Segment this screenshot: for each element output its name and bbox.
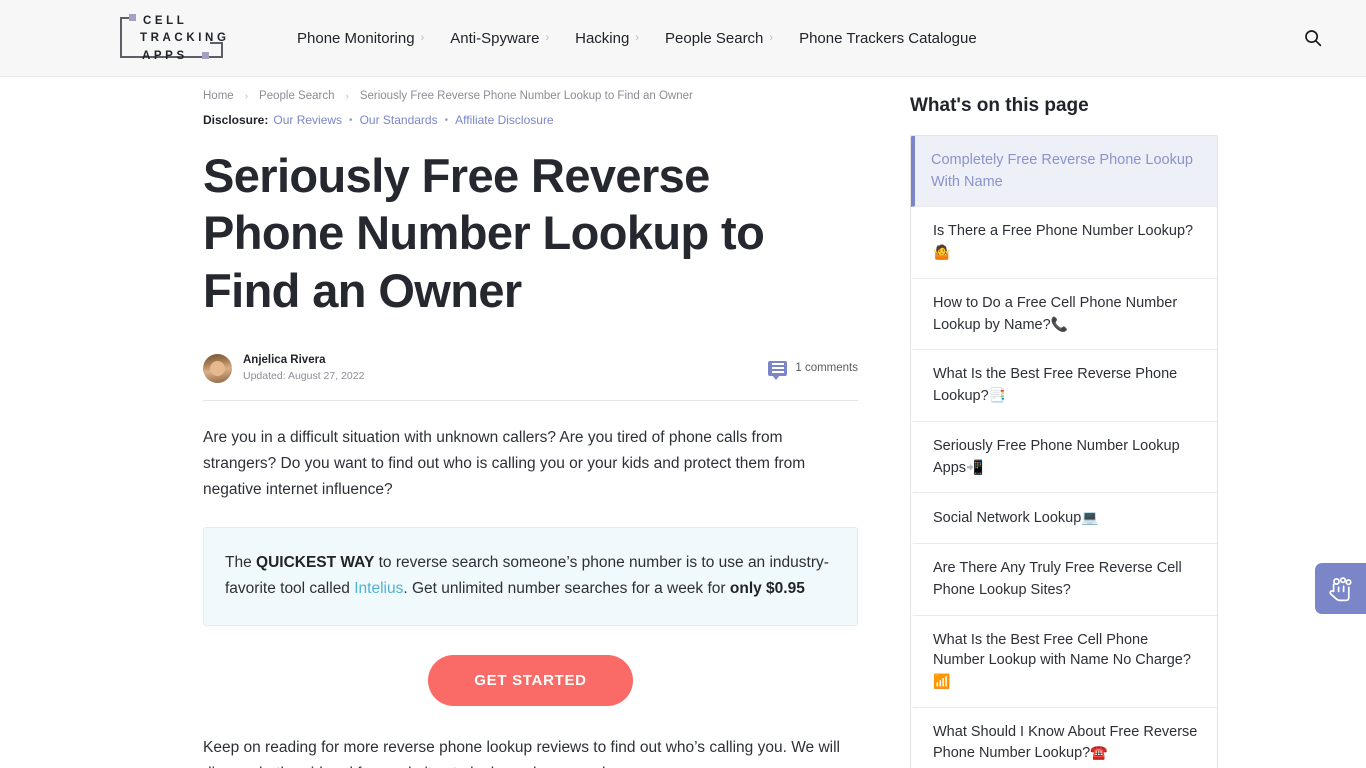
chevron-right-icon: › — [545, 31, 550, 44]
callout-part1: The — [225, 554, 257, 572]
disclosure-link-our-reviews[interactable]: Our Reviews — [273, 113, 342, 127]
nav-label: Phone Trackers Catalogue — [799, 29, 977, 47]
toc-item-1[interactable]: Is There a Free Phone Number Lookup? 🤷 — [911, 207, 1217, 279]
bullet-icon: • — [444, 114, 449, 126]
toc-item-3[interactable]: What Is the Best Free Reverse Phone Look… — [911, 350, 1217, 422]
breadcrumb-home[interactable]: Home — [203, 90, 234, 102]
intro-paragraph: Are you in a difficult situation with un… — [203, 429, 806, 499]
toc-emoji: 💻 — [1081, 509, 1099, 526]
chevron-right-icon: › — [244, 90, 249, 102]
after-cta-paragraph: Keep on reading for more reverse phone l… — [203, 739, 840, 768]
disclosure-bar: Disclosure: Our Reviews • Our Standards … — [203, 113, 858, 127]
toc-emoji: ☎️ — [1090, 744, 1108, 761]
site-header: CELL TRACKING APPS Phone Monitoring › An… — [0, 0, 1366, 77]
toc-emoji: 🤷 — [933, 244, 951, 261]
nav-item-anti-spyware[interactable]: Anti-Spyware › — [437, 30, 562, 47]
quickest-way-callout: The QUICKEST WAY to reverse search someo… — [203, 527, 858, 627]
toc-emoji: 📲 — [966, 458, 984, 475]
main-navigation: Phone Monitoring › Anti-Spyware › Hackin… — [284, 30, 990, 47]
author-name[interactable]: Anjelica Rivera — [243, 353, 364, 369]
nav-item-hacking[interactable]: Hacking › — [562, 30, 652, 47]
disclosure-link-our-standards[interactable]: Our Standards — [360, 113, 438, 127]
author-avatar — [203, 353, 232, 383]
chevron-right-icon: › — [345, 90, 349, 102]
chevron-right-icon: › — [420, 31, 425, 44]
toc-emoji: 📞 — [1050, 315, 1069, 332]
toc-title: What's on this page — [910, 95, 1089, 116]
toc-label: Completely Free Reverse Phone Lookup Wit… — [931, 152, 1193, 190]
toc-item-2[interactable]: How to Do a Free Cell Phone Number Looku… — [911, 279, 1217, 351]
nav-item-phone-trackers-catalogue[interactable]: Phone Trackers Catalogue — [786, 30, 990, 47]
logo-line — [120, 17, 122, 57]
breadcrumb: Home › People Search › Seriously Free Re… — [203, 90, 858, 102]
search-icon[interactable] — [1300, 25, 1326, 51]
disclosure-label: Disclosure: — [203, 113, 269, 127]
disclosure-link-affiliate-disclosure[interactable]: Affiliate Disclosure — [455, 113, 553, 127]
article-byline: Anjelica Rivera Updated: August 27, 2022… — [203, 353, 858, 402]
hand-touch-icon — [1328, 576, 1352, 601]
table-of-contents: Completely Free Reverse Phone Lookup Wit… — [910, 135, 1218, 768]
nav-item-phone-monitoring[interactable]: Phone Monitoring › — [284, 30, 437, 47]
toc-item-8[interactable]: What Should I Know About Free Reverse Ph… — [911, 708, 1217, 768]
comments-count: 1 comments — [795, 362, 858, 375]
toc-item-4[interactable]: Seriously Free Phone Number Lookup Apps📲 — [911, 422, 1217, 494]
chevron-right-icon: › — [769, 31, 774, 44]
article-column: Home › People Search › Seriously Free Re… — [203, 77, 858, 768]
site-logo[interactable]: CELL TRACKING APPS — [118, 12, 254, 64]
logo-dot — [129, 14, 136, 21]
chevron-right-icon: › — [635, 31, 639, 44]
toc-item-7[interactable]: What Is the Best Free Cell Phone Number … — [911, 616, 1217, 708]
toc-item-0[interactable]: Completely Free Reverse Phone Lookup Wit… — [911, 136, 1217, 208]
callout-part3: . Get unlimited number searches for a we… — [403, 579, 730, 597]
callout-bold2: only $0.95 — [729, 579, 805, 597]
page-title: Seriously Free Reverse Phone Number Look… — [203, 149, 765, 317]
get-started-button[interactable]: GET STARTED — [428, 655, 633, 707]
accessibility-widget-button[interactable] — [1315, 563, 1366, 614]
nav-label: People Search — [665, 29, 764, 47]
logo-line — [221, 43, 223, 57]
comments-link[interactable]: 1 comments — [768, 360, 858, 380]
bullet-icon: • — [349, 114, 353, 126]
toc-item-6[interactable]: Are There Any Truly Free Reverse Cell Ph… — [911, 544, 1217, 616]
toc-label: Are There Any Truly Free Reverse Cell Ph… — [933, 560, 1182, 598]
toc-emoji: 📑 — [988, 387, 1007, 404]
table-of-contents-column: What's on this page Completely Free Reve… — [910, 77, 1218, 768]
nav-label: Hacking — [575, 29, 630, 47]
toc-emoji: 📶 — [933, 673, 951, 690]
nav-item-people-search[interactable]: People Search › — [652, 30, 786, 47]
callout-bold1: QUICKEST WAY — [256, 554, 375, 572]
toc-label: What Should I Know About Free Reverse Ph… — [933, 723, 1198, 762]
logo-line2: TRACKING — [140, 32, 230, 44]
breadcrumb-current: Seriously Free Reverse Phone Number Look… — [359, 90, 693, 102]
toc-label: Is There a Free Phone Number Lookup? — [933, 223, 1194, 240]
toc-label: Social Network Lookup — [933, 510, 1082, 527]
toc-label: What Is the Best Free Reverse Phone Look… — [933, 366, 1178, 405]
comment-bubble-icon — [768, 360, 788, 380]
toc-label: What Is the Best Free Cell Phone Number … — [933, 631, 1191, 669]
byline-text: Anjelica Rivera Updated: August 27, 2022 — [243, 353, 364, 383]
logo-dot — [202, 52, 209, 59]
breadcrumb-people-search[interactable]: People Search — [259, 90, 334, 102]
nav-label: Anti-Spyware — [450, 29, 540, 47]
updated-date: Updated: August 27, 2022 — [243, 369, 365, 382]
nav-label: Phone Monitoring — [297, 29, 415, 47]
intelius-link[interactable]: Intelius — [354, 580, 403, 597]
logo-line3: APPS — [142, 50, 188, 62]
logo-line1: CELL — [143, 15, 188, 27]
cta-container: GET STARTED — [203, 655, 858, 707]
page-body: Home › People Search › Seriously Free Re… — [0, 77, 1366, 768]
toc-item-5[interactable]: Social Network Lookup💻 — [911, 493, 1217, 545]
callout-text: The QUICKEST WAY to reverse search someo… — [225, 550, 833, 601]
